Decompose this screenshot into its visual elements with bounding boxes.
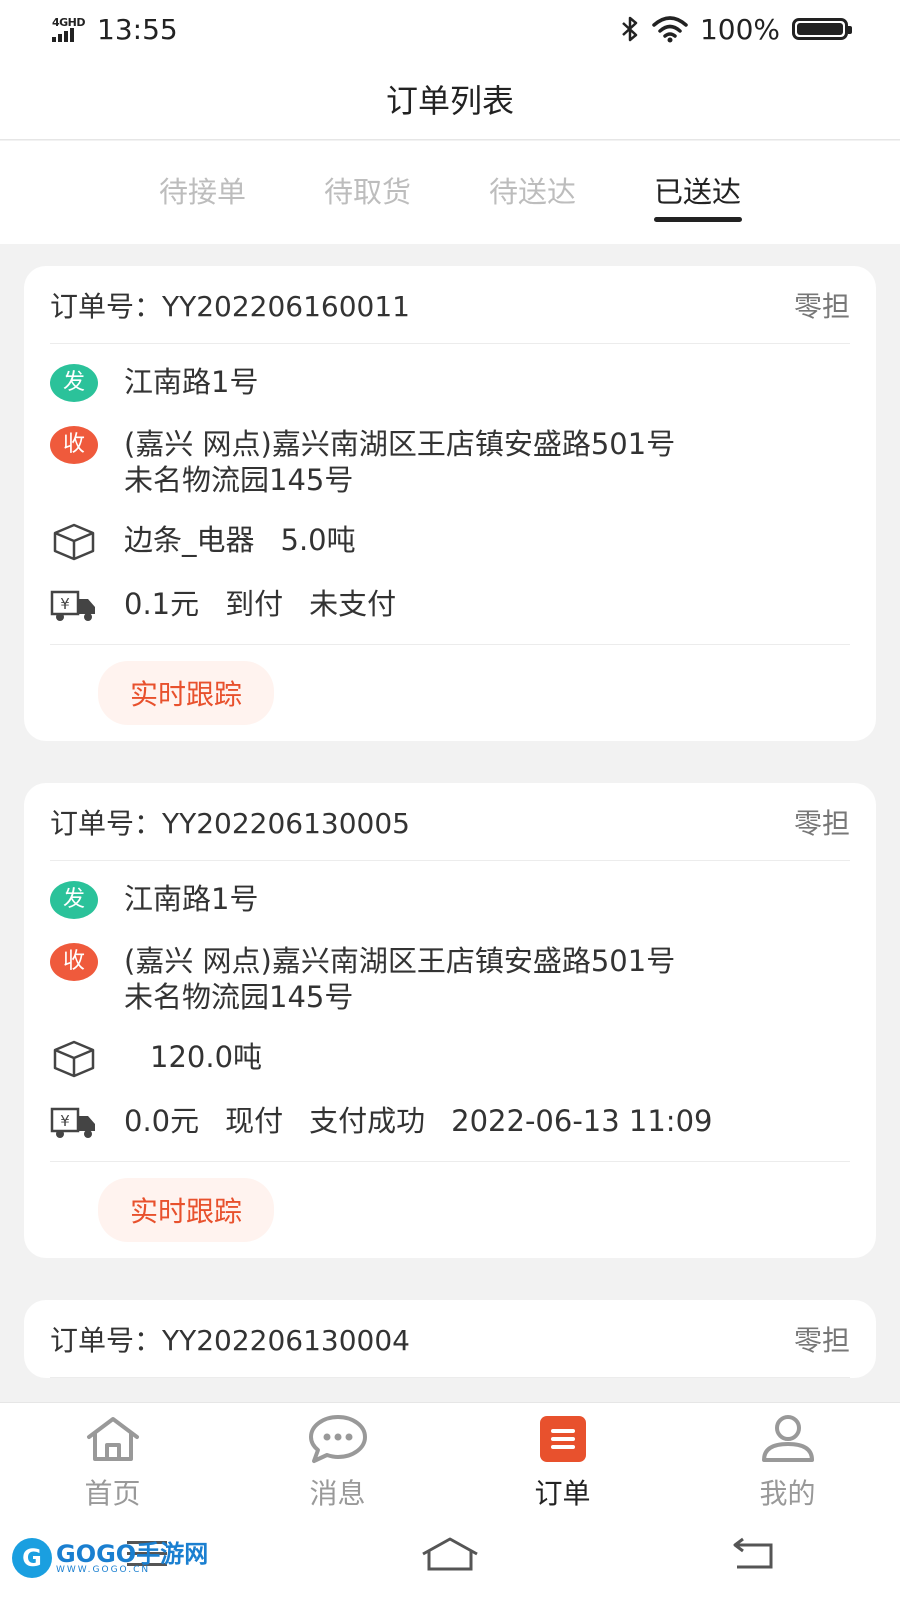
watermark-circle: G — [12, 1538, 52, 1578]
recv-address: (嘉兴 网点)嘉兴南湖区王店镇安盛路501号 未名物流园145号 — [124, 943, 675, 1015]
tab-delivered[interactable]: 已送达 — [615, 141, 780, 244]
pay-time: 2022-06-13 11:09 — [451, 1104, 713, 1138]
send-address-row: 发 江南路1号 — [50, 364, 850, 402]
freight-fee: 0.0元 — [124, 1104, 200, 1138]
order-card-footer: 实时跟踪 — [50, 645, 850, 741]
order-type: 零担 — [793, 289, 850, 323]
order-card[interactable]: 订单号：YY202206130004 零担 — [24, 1300, 876, 1378]
freight-fee: 0.1元 — [124, 587, 200, 621]
cargo-row: 边条_电器 5.0吨 — [50, 522, 850, 562]
pay-status: 未支付 — [309, 587, 397, 621]
watermark-sub: WWW.GOGO.CN — [56, 1564, 151, 1575]
pay-method: 现付 — [225, 1104, 284, 1138]
send-address: 江南路1号 — [124, 365, 259, 399]
cargo-row: 120.0吨 — [50, 1039, 850, 1079]
status-left: 4GHD 13:55 — [52, 13, 178, 46]
recv-badge: 收 — [50, 943, 98, 981]
order-icon — [533, 1413, 593, 1464]
recv-address-line1: (嘉兴 网点)嘉兴南湖区王店镇安盛路501号 — [124, 944, 676, 978]
order-card-body: 发 江南路1号 收 (嘉兴 网点)嘉兴南湖区王店镇安盛路501号 未名物流园14… — [50, 861, 850, 1162]
battery-icon — [792, 18, 852, 40]
freight-truck-icon: ¥ — [50, 1103, 98, 1143]
nav-order[interactable]: 订单 — [450, 1403, 675, 1512]
order-number: 订单号：YY202206130005 — [50, 806, 410, 840]
payment-row: ¥ 0.1元 到付 未支付 — [50, 586, 850, 626]
watermark-main: GOGO手游网 — [56, 1539, 209, 1568]
order-card-header: 订单号：YY202206160011 零担 — [50, 266, 850, 344]
order-card-header: 订单号：YY202206130005 零担 — [50, 783, 850, 861]
status-right: 100% — [620, 12, 852, 46]
nav-home-label: 首页 — [84, 1477, 141, 1510]
system-home-icon[interactable] — [420, 1536, 480, 1576]
cargo-weight: 120.0吨 — [150, 1040, 263, 1074]
order-type: 零担 — [793, 1323, 850, 1357]
order-number: 订单号：YY202206160011 — [50, 289, 410, 323]
signal-icon: 4GHD — [52, 15, 86, 42]
tab-pending-pickup[interactable]: 待取货 — [285, 141, 450, 244]
network-label: 4GHD — [52, 15, 86, 29]
page-title: 订单列表 — [385, 81, 514, 120]
order-card-footer: 实时跟踪 — [50, 1162, 850, 1258]
track-button[interactable]: 实时跟踪 — [98, 1178, 275, 1242]
recv-address-row: 收 (嘉兴 网点)嘉兴南湖区王店镇安盛路501号 未名物流园145号 — [50, 426, 850, 498]
bluetooth-icon — [622, 16, 638, 42]
payment-info: 0.0元 现付 支付成功 2022-06-13 11:09 — [124, 1103, 712, 1139]
message-icon — [308, 1413, 368, 1464]
send-address: 江南路1号 — [124, 882, 259, 916]
recv-address: (嘉兴 网点)嘉兴南湖区王店镇安盛路501号 未名物流园145号 — [124, 426, 675, 498]
recv-address-line1: (嘉兴 网点)嘉兴南湖区王店镇安盛路501号 — [124, 427, 676, 461]
nav-message-label: 消息 — [309, 1477, 366, 1510]
order-card[interactable]: 订单号：YY202206160011 零担 发 江南路1号 收 (嘉兴 网点)嘉… — [24, 266, 876, 741]
status-time: 13:55 — [97, 12, 178, 46]
nav-profile-label: 我的 — [759, 1477, 816, 1510]
nav-home[interactable]: 首页 — [0, 1403, 225, 1512]
nav-message[interactable]: 消息 — [225, 1403, 450, 1512]
watermark-text: GOGO手游网 WWW.GOGO.CN — [56, 1542, 208, 1575]
recv-badge: 收 — [50, 426, 98, 464]
order-list: 订单号：YY202206160011 零担 发 江南路1号 收 (嘉兴 网点)嘉… — [24, 266, 876, 1420]
wifi-icon — [652, 16, 688, 43]
nav-order-label: 订单 — [534, 1477, 591, 1510]
send-badge: 发 — [50, 364, 98, 402]
package-icon — [50, 1039, 98, 1079]
send-badge: 发 — [50, 881, 98, 919]
svg-text:¥: ¥ — [60, 595, 70, 613]
tab-pending-delivery[interactable]: 待送达 — [450, 141, 615, 244]
battery-percent: 100% — [699, 12, 780, 46]
bottom-nav: 首页 消息 订单 我的 — [0, 1402, 900, 1512]
freight-truck-icon: ¥ — [50, 586, 98, 626]
cargo-info: 120.0吨 — [124, 1039, 262, 1075]
svg-text:¥: ¥ — [60, 1112, 70, 1130]
nav-profile[interactable]: 我的 — [675, 1403, 900, 1512]
pay-status: 支付成功 — [309, 1104, 426, 1138]
order-type: 零担 — [793, 806, 850, 840]
pay-method: 到付 — [225, 587, 284, 621]
payment-info: 0.1元 到付 未支付 — [124, 586, 396, 622]
send-address-row: 发 江南路1号 — [50, 881, 850, 919]
order-number: 订单号：YY202206130004 — [50, 1323, 410, 1357]
cargo-weight: 5.0吨 — [280, 523, 356, 557]
profile-icon — [758, 1413, 818, 1464]
order-card[interactable]: 订单号：YY202206130005 零担 发 江南路1号 收 (嘉兴 网点)嘉… — [24, 783, 876, 1258]
back-icon[interactable] — [731, 1537, 775, 1575]
package-icon — [50, 522, 98, 562]
payment-row: ¥ 0.0元 现付 支付成功 2022-06-13 11:09 — [50, 1103, 850, 1143]
gogo-watermark-logo: G GOGO手游网 WWW.GOGO.CN — [12, 1538, 208, 1578]
cargo-info: 边条_电器 5.0吨 — [124, 522, 356, 558]
recv-address-line2: 未名物流园145号 — [124, 463, 354, 497]
order-card-body: 发 江南路1号 收 (嘉兴 网点)嘉兴南湖区王店镇安盛路501号 未名物流园14… — [50, 344, 850, 645]
recv-address-line2: 未名物流园145号 — [124, 980, 354, 1014]
order-card-header: 订单号：YY202206130004 零担 — [50, 1300, 850, 1378]
tab-pending-accept[interactable]: 待接单 — [120, 141, 285, 244]
track-button[interactable]: 实时跟踪 — [98, 661, 275, 725]
recv-address-row: 收 (嘉兴 网点)嘉兴南湖区王店镇安盛路501号 未名物流园145号 — [50, 943, 850, 1015]
page-header: 订单列表 — [0, 58, 900, 140]
status-bar: 4GHD 13:55 100% — [0, 0, 900, 58]
cargo-name: 边条_电器 — [124, 523, 255, 557]
home-icon — [83, 1413, 143, 1464]
order-status-tabs: 待接单 待取货 待送达 已送达 — [0, 141, 900, 244]
